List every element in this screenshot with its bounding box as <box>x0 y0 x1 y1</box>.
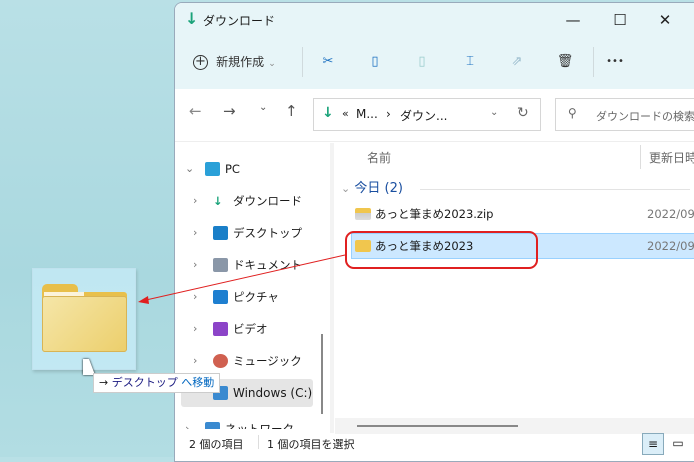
arrow-right-icon: → <box>99 376 109 389</box>
drag-tooltip: → デスクトップ へ移動 <box>93 373 221 393</box>
drag-action: へ移動 <box>181 376 215 389</box>
drag-target: デスクトップ <box>111 376 178 389</box>
folder-icon <box>42 284 127 352</box>
drag-ghost <box>32 268 136 370</box>
